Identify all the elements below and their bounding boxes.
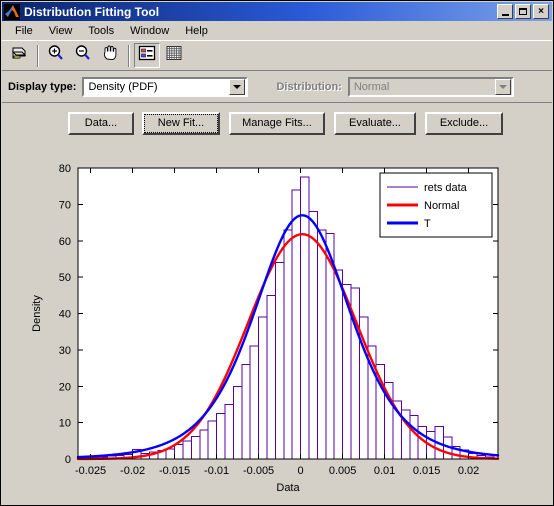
zoom-in-button[interactable] bbox=[43, 43, 69, 68]
svg-text:-0.005: -0.005 bbox=[243, 465, 274, 477]
data-button[interactable]: Data... bbox=[68, 111, 134, 135]
svg-text:0.015: 0.015 bbox=[413, 465, 441, 477]
zoom-in-icon bbox=[46, 44, 66, 67]
menu-view[interactable]: View bbox=[41, 23, 81, 39]
legend-icon bbox=[138, 45, 156, 66]
new-fit-button-label: New Fit... bbox=[157, 117, 205, 129]
svg-text:60: 60 bbox=[59, 236, 71, 248]
menu-help[interactable]: Help bbox=[177, 23, 216, 39]
title-bar: Distribution Fitting Tool × bbox=[2, 2, 552, 21]
exclude-button-label: Exclude... bbox=[439, 117, 489, 129]
svg-text:0: 0 bbox=[65, 454, 71, 466]
manage-fits-button[interactable]: Manage Fits... bbox=[229, 111, 325, 135]
minimize-button[interactable] bbox=[497, 4, 513, 19]
distribution-chart[interactable]: -0.025 -0.02 -0.015 -0.01 -0.005 0 0.005 0.01 0.… bbox=[2, 143, 552, 505]
svg-text:Data: Data bbox=[276, 482, 300, 494]
maximize-button[interactable] bbox=[515, 4, 531, 19]
distribution-select: Normal bbox=[347, 77, 514, 97]
display-type-bar: Display type: Density (PDF) Distribution… bbox=[2, 72, 552, 103]
svg-text:20: 20 bbox=[59, 381, 71, 393]
menu-tools[interactable]: Tools bbox=[80, 23, 122, 39]
svg-text:0.005: 0.005 bbox=[329, 465, 357, 477]
svg-text:50: 50 bbox=[59, 272, 71, 284]
toolbar-separator-1 bbox=[37, 44, 39, 67]
legend-toggle-button[interactable] bbox=[134, 43, 160, 68]
svg-text:10: 10 bbox=[59, 418, 71, 430]
evaluate-button-label: Evaluate... bbox=[349, 117, 401, 129]
svg-text:Normal: Normal bbox=[424, 200, 459, 212]
svg-text:70: 70 bbox=[59, 199, 71, 211]
print-button[interactable] bbox=[6, 43, 32, 68]
svg-text:0.02: 0.02 bbox=[458, 465, 479, 477]
grid-toggle-button[interactable] bbox=[161, 43, 187, 68]
window-controls: × bbox=[497, 4, 549, 19]
svg-text:-0.01: -0.01 bbox=[204, 465, 229, 477]
svg-text:-0.025: -0.025 bbox=[75, 465, 106, 477]
toolbar bbox=[2, 40, 552, 71]
svg-text:-0.015: -0.015 bbox=[159, 465, 190, 477]
chevron-down-icon-distribution bbox=[494, 79, 511, 95]
svg-text:0.01: 0.01 bbox=[374, 465, 395, 477]
display-type-select[interactable]: Density (PDF) bbox=[82, 77, 249, 97]
pan-hand-icon bbox=[100, 44, 120, 67]
manage-fits-button-label: Manage Fits... bbox=[242, 117, 312, 129]
svg-text:rets data: rets data bbox=[424, 182, 468, 194]
data-button-label: Data... bbox=[84, 117, 118, 129]
evaluate-button[interactable]: Evaluate... bbox=[334, 111, 416, 135]
close-icon: × bbox=[538, 5, 544, 17]
svg-text:Density: Density bbox=[31, 295, 43, 332]
distribution-label: Distribution: bbox=[276, 81, 342, 93]
plot-panel: -0.025 -0.02 -0.015 -0.01 -0.005 0 0.005 0.01 0.… bbox=[2, 143, 552, 505]
display-type-label: Display type: bbox=[8, 81, 77, 93]
distribution-fitting-tool-window: Distribution Fitting Tool × File View To… bbox=[0, 0, 554, 506]
zoom-out-button[interactable] bbox=[70, 43, 96, 68]
menu-window[interactable]: Window bbox=[122, 23, 177, 39]
matlab-logo-icon bbox=[4, 3, 20, 20]
display-type-value: Density (PDF) bbox=[88, 81, 158, 93]
new-fit-button[interactable]: New Fit... bbox=[142, 111, 220, 135]
exclude-button[interactable]: Exclude... bbox=[425, 111, 503, 135]
pan-button[interactable] bbox=[97, 43, 123, 68]
svg-text:0: 0 bbox=[298, 465, 304, 477]
chevron-down-icon[interactable] bbox=[229, 79, 246, 95]
svg-text:80: 80 bbox=[59, 163, 71, 175]
action-button-row: Data... New Fit... Manage Fits... Evalua… bbox=[2, 103, 552, 143]
menu-file[interactable]: File bbox=[7, 23, 41, 39]
svg-text:T: T bbox=[424, 218, 431, 230]
distribution-value: Normal bbox=[353, 81, 390, 93]
print-icon bbox=[9, 44, 29, 67]
grid-icon bbox=[165, 45, 183, 66]
toolbar-separator-2 bbox=[128, 44, 130, 67]
menu-bar: File View Tools Window Help bbox=[2, 21, 552, 40]
zoom-out-icon bbox=[73, 44, 93, 67]
window-title: Distribution Fitting Tool bbox=[24, 4, 160, 19]
svg-text:40: 40 bbox=[59, 309, 71, 321]
close-button[interactable]: × bbox=[533, 4, 549, 19]
svg-text:30: 30 bbox=[59, 345, 71, 357]
svg-text:-0.02: -0.02 bbox=[120, 465, 145, 477]
